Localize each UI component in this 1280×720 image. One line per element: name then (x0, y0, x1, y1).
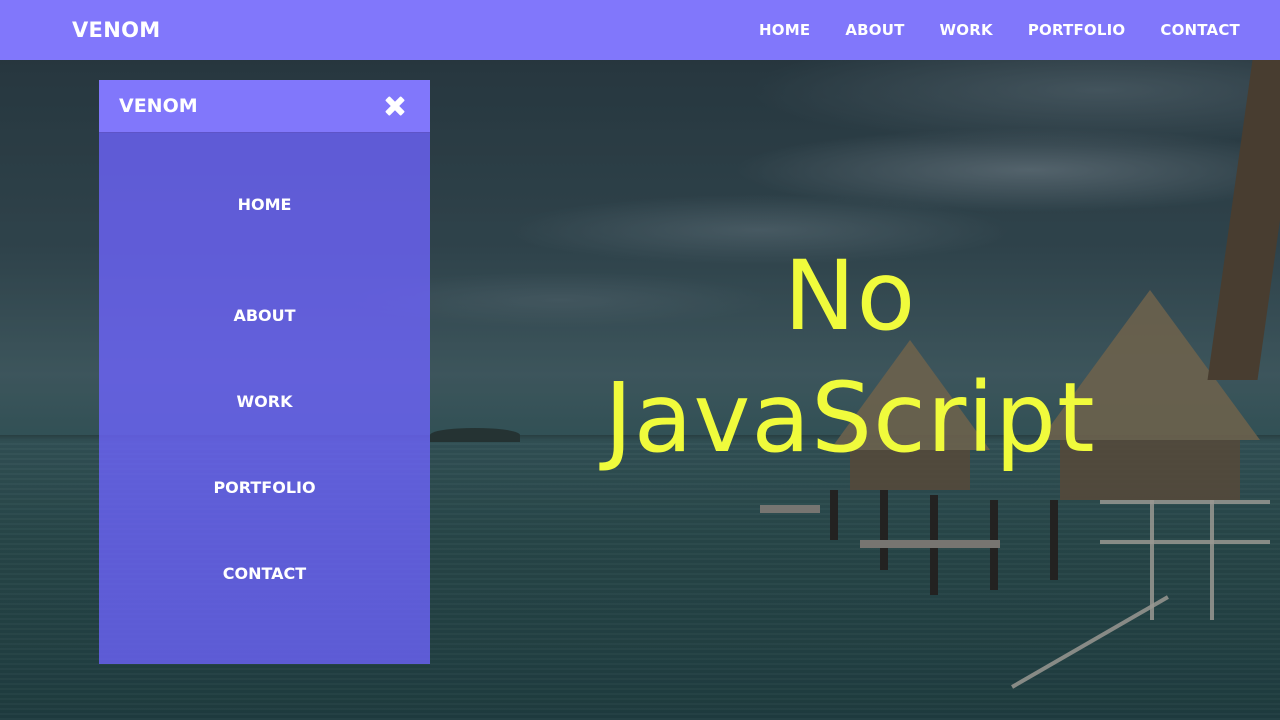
nav-work-link[interactable]: WORK (940, 21, 993, 39)
nav-about-link[interactable]: ABOUT (845, 21, 904, 39)
drawer-nav-menu: HOME ABOUT WORK PORTFOLIO CONTACT (99, 133, 430, 664)
nav-portfolio-link[interactable]: PORTFOLIO (1028, 21, 1126, 39)
brand-logo[interactable]: VENOM (72, 18, 160, 42)
nav-home-link[interactable]: HOME (759, 21, 810, 39)
drawer-nav-work-link[interactable]: WORK (99, 392, 430, 411)
drawer-nav-portfolio-link[interactable]: PORTFOLIO (99, 478, 430, 497)
drawer-brand[interactable]: VENOM (119, 95, 198, 117)
hero-headline: No JavaScript (520, 235, 1180, 479)
side-drawer: VENOM HOME ABOUT WORK PORTFOLIO CONTACT (99, 80, 430, 664)
hero-line-2: JavaScript (604, 362, 1096, 474)
hero-line-1: No (783, 240, 917, 352)
drawer-nav-about-link[interactable]: ABOUT (99, 306, 430, 325)
drawer-nav-contact-link[interactable]: CONTACT (99, 564, 430, 583)
top-nav-menu: HOME ABOUT WORK PORTFOLIO CONTACT (724, 21, 1240, 39)
close-icon[interactable] (384, 95, 406, 117)
drawer-header: VENOM (99, 80, 430, 133)
top-navbar: VENOM HOME ABOUT WORK PORTFOLIO CONTACT (0, 0, 1280, 60)
nav-contact-link[interactable]: CONTACT (1160, 21, 1240, 39)
drawer-nav-home-link[interactable]: HOME (99, 195, 430, 214)
